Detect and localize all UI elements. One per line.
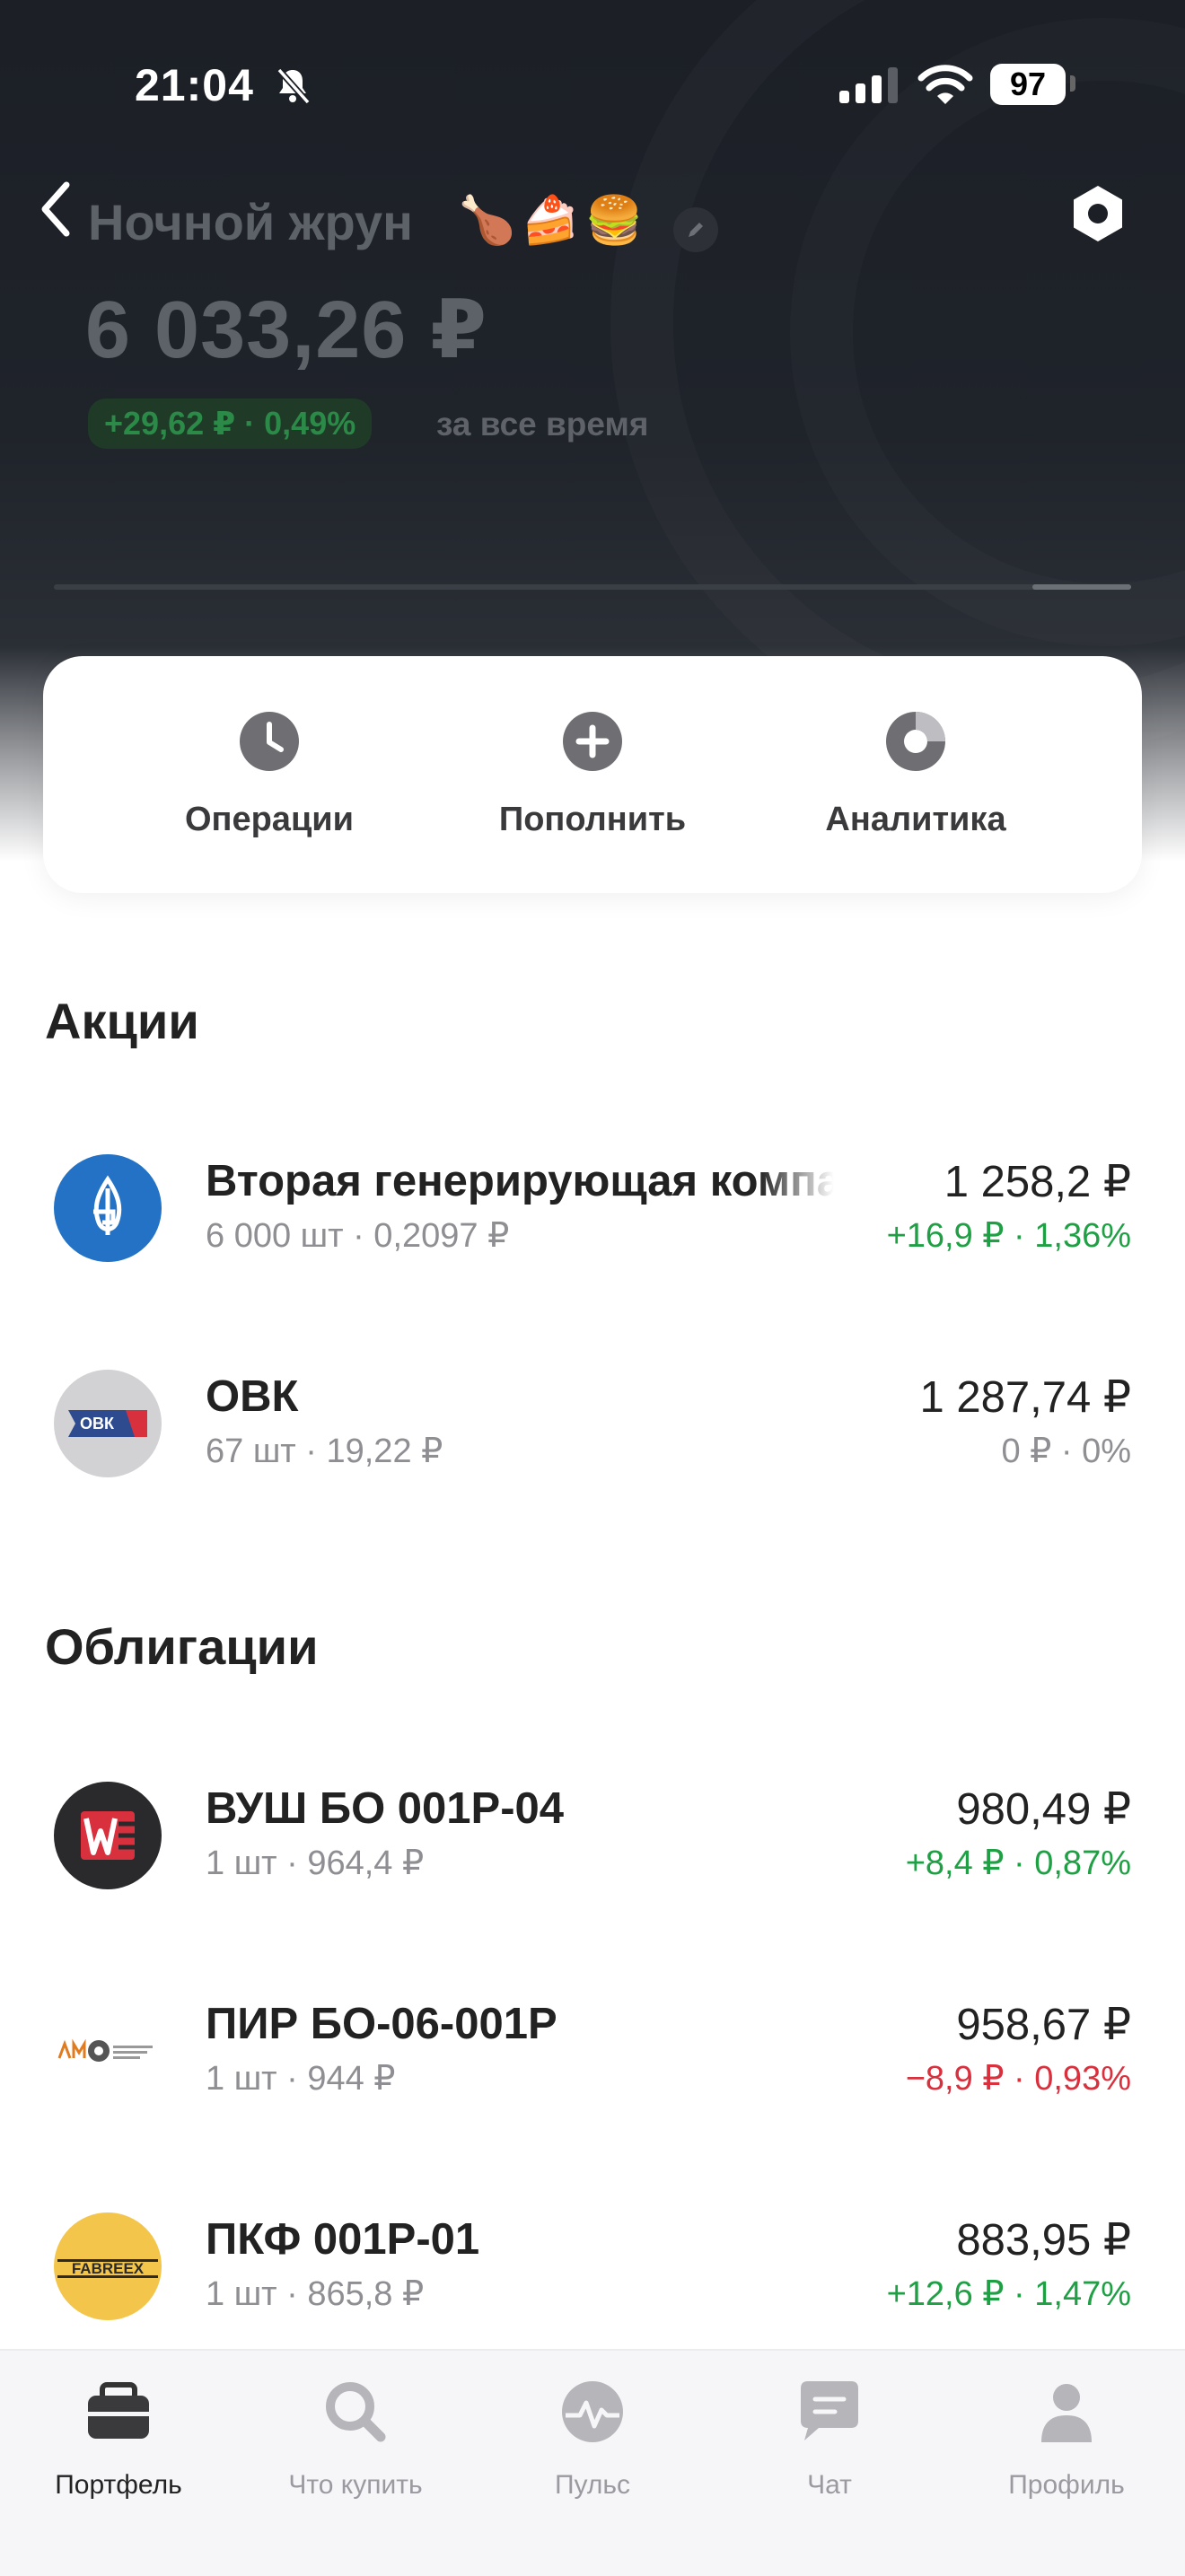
- operations-label: Операции: [184, 801, 355, 838]
- asset-total-price: 883,95 ₽: [956, 2216, 1131, 2265]
- top-up-button[interactable]: Пополнить: [458, 710, 727, 839]
- asset-name: ПКФ 001Р-01: [206, 2215, 480, 2264]
- battery-tip: [1070, 75, 1075, 92]
- whoosh-logo-mark: [81, 1811, 138, 1860]
- tab-profile[interactable]: Профиль: [948, 2376, 1185, 2501]
- profile-icon: [1041, 2384, 1092, 2442]
- pencil-icon: [689, 223, 703, 237]
- bottom-tab-bar: Портфель Что купить Пульс Чат Профиль: [0, 2349, 1185, 2576]
- tab-pulse[interactable]: Пульс: [474, 2376, 711, 2501]
- fabreex-logo-mark: FABREEX: [57, 2259, 158, 2278]
- change-period-label: за все время: [436, 406, 649, 442]
- pir-logo-mark: [57, 2038, 153, 2062]
- tab-label: Что купить: [288, 2470, 423, 2500]
- tab-label: Портфель: [55, 2470, 182, 2500]
- analytics-label: Аналитика: [825, 801, 1006, 838]
- asset-change: +16,9 ₽ · 1,36%: [886, 1217, 1131, 1255]
- edit-name-button[interactable]: [673, 207, 718, 252]
- settings-gear-icon[interactable]: [1066, 182, 1129, 245]
- asset-name: Вторая генерирующая компания: [206, 1157, 834, 1205]
- asset-change: +12,6 ₽ · 1,47%: [886, 2275, 1131, 2313]
- stock-row-ovk[interactable]: ОВК ОВК 67 шт · 19,22 ₽ 1 287,74 ₽ 0 ₽ ·…: [0, 1362, 1185, 1497]
- whoosh-logo: [54, 1782, 162, 1889]
- asset-change: +8,4 ₽ · 0,87%: [905, 1844, 1131, 1882]
- gazprom-logo: [54, 1154, 162, 1262]
- top-up-label: Пополнить: [498, 801, 687, 838]
- emoji-drumstick: 🍗: [458, 195, 516, 247]
- bonds-section-title: Облигации: [45, 1618, 319, 1675]
- operations-button[interactable]: Операции: [135, 710, 404, 839]
- wifi-icon: [917, 65, 973, 104]
- analytics-button[interactable]: Аналитика: [781, 710, 1050, 839]
- cell-signal-icon: [839, 67, 898, 103]
- back-arrow-icon[interactable]: [34, 178, 79, 241]
- portfolio-total-value: 6 033,26 ₽: [85, 285, 487, 375]
- pie-chart-icon: [886, 712, 945, 771]
- status-time: 21:04: [135, 60, 254, 110]
- pulse-icon: [562, 2381, 623, 2442]
- tab-label: Чат: [807, 2470, 852, 2500]
- asset-quantity-price: 67 шт · 19,22 ₽: [206, 1433, 443, 1470]
- asset-quantity-price: 6 000 шт · 0,2097 ₽: [206, 1217, 510, 1255]
- tab-label: Пульс: [554, 2470, 631, 2500]
- gazprom-flame-icon: [93, 1175, 122, 1235]
- quick-actions-card: Операции Пополнить Аналитика: [43, 656, 1142, 893]
- status-bar: 21:04 97: [0, 0, 1185, 171]
- bond-row-fabreex[interactable]: FABREEX ПКФ 001Р-01 1 шт · 865,8 ₽ 883,9…: [0, 2205, 1185, 2340]
- plus-icon: [563, 712, 622, 771]
- pir-logo: [54, 1997, 162, 2105]
- bond-row-pir[interactable]: ПИР БО-06-001Р 1 шт · 944 ₽ 958,67 ₽ −8,…: [0, 1990, 1185, 2125]
- stocks-section-title: Акции: [45, 993, 199, 1049]
- fabreex-logo-text: FABREEX: [72, 2260, 145, 2277]
- chat-icon: [801, 2381, 858, 2440]
- ovk-logo-mark: ОВК: [68, 1410, 147, 1437]
- briefcase-icon: [88, 2382, 149, 2439]
- tab-portfolio[interactable]: Портфель: [0, 2376, 237, 2501]
- asset-name: ВУШ БО 001P-04: [206, 1784, 565, 1833]
- asset-change: −8,9 ₽ · 0,93%: [905, 2060, 1131, 2098]
- asset-quantity-price: 1 шт · 964,4 ₽: [206, 1844, 425, 1882]
- emoji-burger: 🍔: [584, 195, 644, 247]
- emoji-cake: 🍰: [521, 195, 580, 247]
- asset-total-price: 958,67 ₽: [956, 2001, 1131, 2049]
- portfolio-name: Ночной жрун: [88, 194, 413, 250]
- ovk-logo: ОВК: [54, 1370, 162, 1477]
- bond-row-whoosh[interactable]: ВУШ БО 001P-04 1 шт · 964,4 ₽ 980,49 ₽ +…: [0, 1774, 1185, 1909]
- tab-label: Профиль: [1008, 2470, 1125, 2500]
- asset-change: 0 ₽ · 0%: [1001, 1433, 1131, 1470]
- muted-bell-icon: [276, 67, 311, 105]
- clock-icon: [240, 712, 299, 771]
- tab-what-to-buy[interactable]: Что купить: [237, 2376, 474, 2501]
- asset-quantity-price: 1 шт · 865,8 ₽: [206, 2275, 425, 2313]
- search-icon: [326, 2382, 386, 2442]
- asset-name: ПИР БО-06-001Р: [206, 2000, 557, 2048]
- asset-total-price: 1 258,2 ₽: [944, 1158, 1131, 1206]
- asset-quantity-price: 1 шт · 944 ₽: [206, 2060, 396, 2098]
- asset-name: ОВК: [206, 1372, 299, 1421]
- battery-indicator: 97: [990, 64, 1066, 105]
- stock-row-vgk[interactable]: Вторая генерирующая компания 6 000 шт · …: [0, 1147, 1185, 1282]
- asset-total-price: 1 287,74 ₽: [919, 1373, 1131, 1422]
- chart-scroll-thumb[interactable]: [1032, 584, 1131, 590]
- fabreex-logo: FABREEX: [54, 2212, 162, 2320]
- ovk-logo-text: ОВК: [80, 1415, 115, 1433]
- tab-chat[interactable]: Чат: [711, 2376, 948, 2501]
- asset-total-price: 980,49 ₽: [956, 1785, 1131, 1834]
- portfolio-change-badge: +29,62 ₽ · 0,49%: [88, 399, 373, 449]
- portfolio-emoji: 🍗 🍰 🍔: [458, 193, 643, 248]
- chart-scroll-track[interactable]: [54, 584, 1131, 590]
